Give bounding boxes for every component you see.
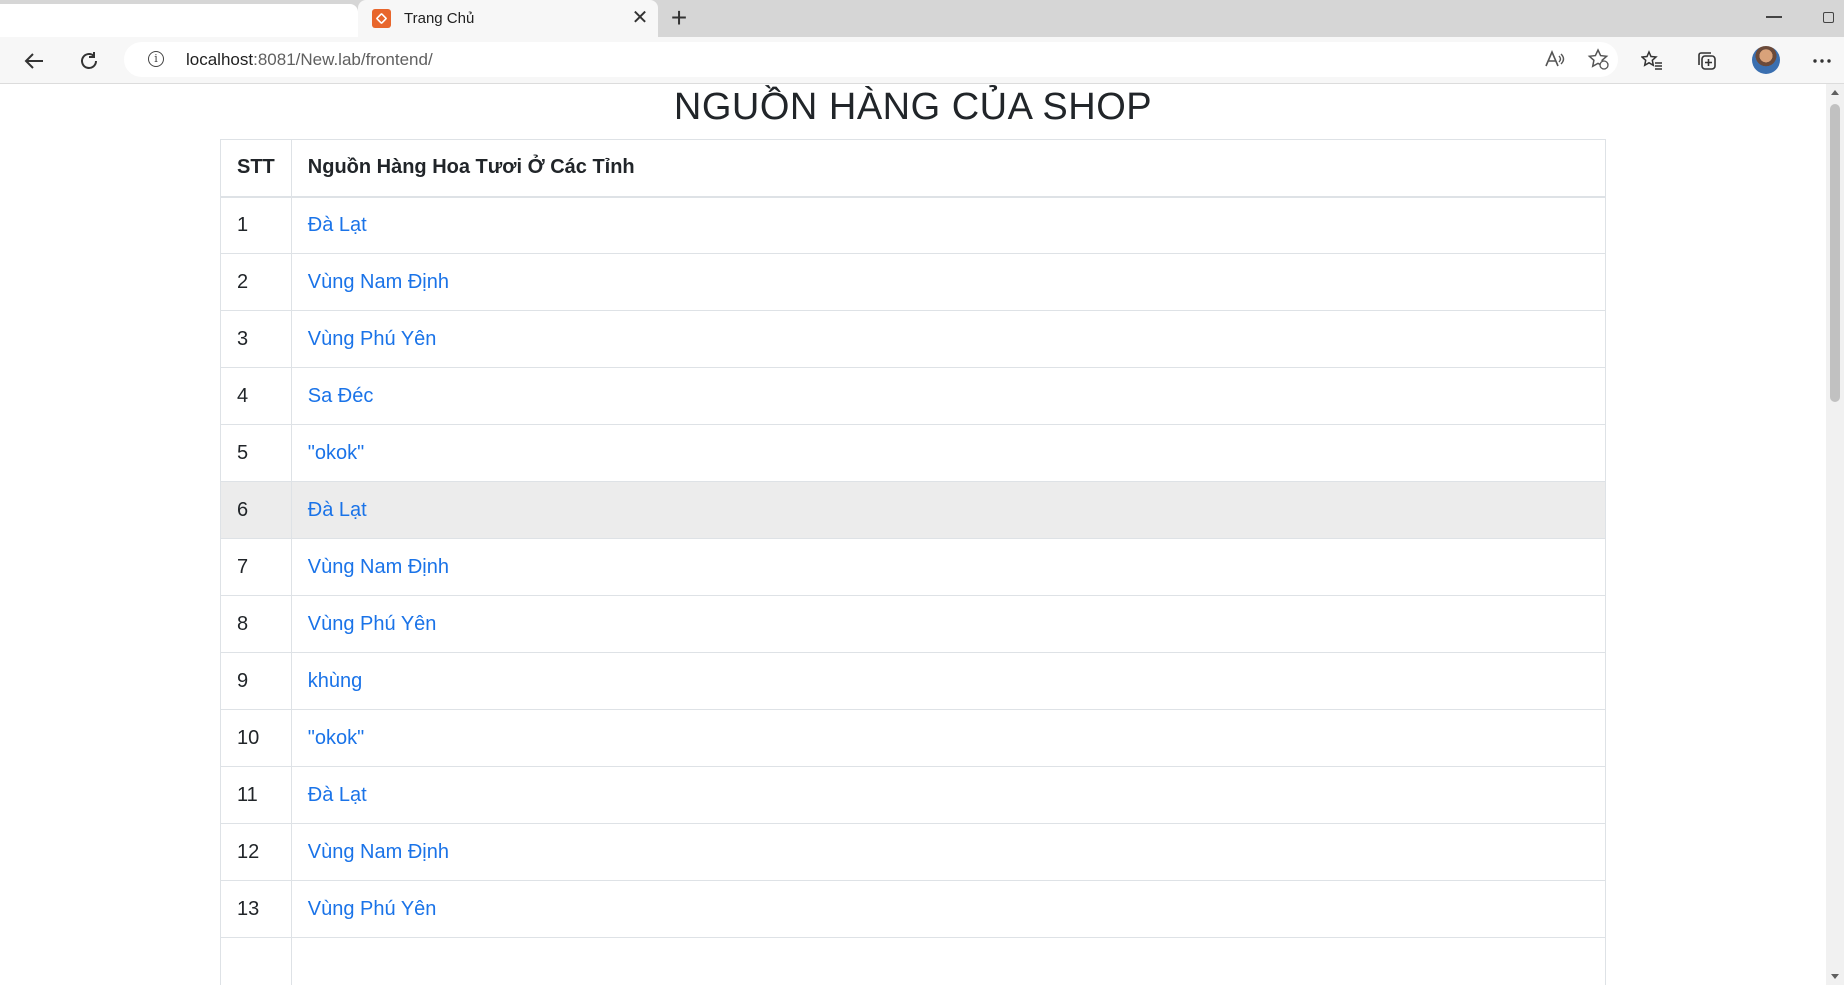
source-link[interactable]: Đà Lạt (308, 499, 367, 521)
row-stt: 12 (220, 823, 292, 881)
source-link[interactable]: Đà Lạt (308, 784, 367, 806)
table-header-row: STT Nguồn Hàng Hoa Tươi Ở Các Tỉnh (220, 139, 1607, 198)
row-stt: 9 (220, 652, 292, 710)
table-row: 5 "okok" (220, 424, 1607, 482)
table-body: 1 Đà Lạt 2 Vùng Nam Định 3 Vùng Phú Yên 4 Sa… (220, 196, 1607, 985)
row-source-cell: Sa Đéc (290, 367, 1607, 425)
table-row: 10 "okok" (220, 709, 1607, 767)
row-stt: 7 (220, 538, 292, 596)
scroll-up-icon[interactable] (1831, 90, 1839, 95)
source-link[interactable]: Vùng Nam Định (308, 271, 449, 293)
table-row: 2 Vùng Nam Định (220, 253, 1607, 311)
back-icon[interactable] (18, 45, 50, 77)
source-link[interactable]: "okok" (308, 727, 364, 749)
table-row: 12 Vùng Nam Định (220, 823, 1607, 881)
column-header-source: Nguồn Hàng Hoa Tươi Ở Các Tỉnh (290, 139, 1607, 198)
row-stt: 4 (220, 367, 292, 425)
row-source-cell: Đà Lạt (290, 196, 1607, 254)
minimize-icon[interactable] (1766, 16, 1782, 18)
row-stt: 8 (220, 595, 292, 653)
table-row: 7 Vùng Nam Định (220, 538, 1607, 596)
row-stt: 10 (220, 709, 292, 767)
address-bar[interactable]: i localhost:8081/New.lab/frontend/ (124, 42, 1618, 77)
row-source-cell: Vùng Phú Yên (290, 595, 1607, 653)
table-row: 11 Đà Lạt (220, 766, 1607, 824)
row-source-cell: Vùng Nam Định (290, 538, 1607, 596)
row-stt: 6 (220, 481, 292, 539)
source-link[interactable]: Vùng Phú Yên (308, 898, 437, 920)
page-title: NGUỒN HÀNG CỦA SHOP (673, 86, 1153, 128)
favicon-icon (372, 9, 391, 28)
collections-icon[interactable] (1691, 45, 1723, 77)
source-link[interactable]: Sa Đéc (308, 385, 374, 407)
source-link[interactable]: khùng (308, 670, 363, 692)
sources-table: STT Nguồn Hàng Hoa Tươi Ở Các Tỉnh 1 Đà L… (220, 139, 1607, 985)
new-tab-icon[interactable]: + (664, 4, 694, 34)
more-icon[interactable] (1806, 45, 1838, 77)
row-stt: 13 (220, 880, 292, 938)
row-source-cell: Vùng Phú Yên (290, 310, 1607, 368)
refresh-icon[interactable] (73, 45, 105, 77)
row-stt: 1 (220, 196, 292, 254)
url-text: localhost:8081/New.lab/frontend/ (186, 50, 433, 70)
scroll-down-icon[interactable] (1831, 974, 1839, 979)
table-row: 4 Sa Đéc (220, 367, 1607, 425)
table-row-hovered: 6 Đà Lạt (220, 481, 1607, 539)
read-aloud-icon[interactable] (1538, 43, 1570, 75)
row-source-cell: Đà Lạt (290, 766, 1607, 824)
browser-tab[interactable]: Trang Chủ ✕ (358, 0, 658, 37)
row-source-cell: "okok" (290, 424, 1607, 482)
close-tab-icon[interactable]: ✕ (628, 6, 652, 30)
row-stt: 5 (220, 424, 292, 482)
table-row (220, 937, 1607, 985)
profile-avatar[interactable] (1752, 46, 1780, 74)
table-row: 3 Vùng Phú Yên (220, 310, 1607, 368)
row-source-cell: Vùng Nam Định (290, 823, 1607, 881)
source-link[interactable]: Vùng Nam Định (308, 841, 449, 863)
source-link[interactable]: "okok" (308, 442, 364, 464)
column-header-stt: STT (220, 139, 292, 198)
scrollbar-thumb[interactable] (1830, 104, 1840, 402)
add-favorite-icon[interactable] (1582, 43, 1614, 75)
row-source-cell: Đà Lạt (290, 481, 1607, 539)
source-link[interactable]: Vùng Phú Yên (308, 328, 437, 350)
favorites-icon[interactable] (1636, 45, 1668, 77)
row-source-cell (290, 937, 1607, 985)
table-row: 1 Đà Lạt (220, 196, 1607, 254)
table-row: 9 khùng (220, 652, 1607, 710)
row-stt: 2 (220, 253, 292, 311)
url-path: :8081/New.lab/frontend/ (253, 50, 433, 69)
row-source-cell: khùng (290, 652, 1607, 710)
table-row: 13 Vùng Phú Yên (220, 880, 1607, 938)
source-link[interactable]: Vùng Nam Định (308, 556, 449, 578)
browser-toolbar: i localhost:8081/New.lab/frontend/ (0, 37, 1844, 84)
row-source-cell: Vùng Phú Yên (290, 880, 1607, 938)
source-link[interactable]: Vùng Phú Yên (308, 613, 437, 635)
vertical-scrollbar[interactable] (1826, 84, 1844, 985)
row-stt: 3 (220, 310, 292, 368)
info-icon[interactable]: i (148, 51, 164, 67)
tab-strip-left (0, 0, 358, 37)
row-stt (220, 937, 292, 985)
page-viewport: NGUỒN HÀNG CỦA SHOP STT Nguồn Hàng Hoa T… (0, 84, 1826, 985)
source-link[interactable]: Đà Lạt (308, 214, 367, 236)
row-source-cell: "okok" (290, 709, 1607, 767)
tab-title: Trang Chủ (404, 10, 475, 27)
table-row: 8 Vùng Phú Yên (220, 595, 1607, 653)
restore-icon[interactable] (1823, 12, 1834, 23)
row-stt: 11 (220, 766, 292, 824)
row-source-cell: Vùng Nam Định (290, 253, 1607, 311)
url-host: localhost (186, 50, 254, 69)
tab-bar: Trang Chủ ✕ + (0, 0, 1844, 37)
